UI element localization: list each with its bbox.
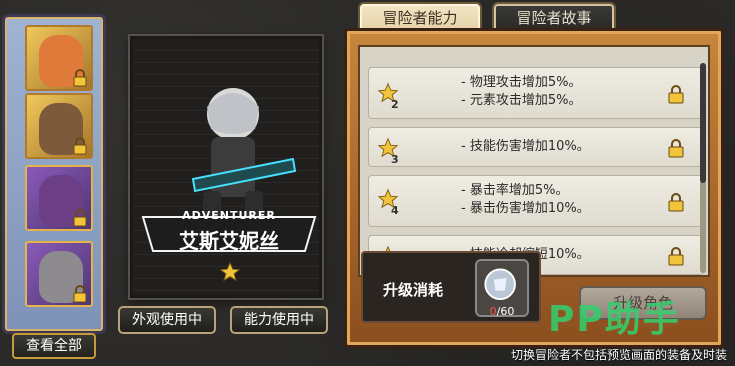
portrait-item-4[interactable] bbox=[25, 241, 93, 307]
lock-icon bbox=[73, 69, 87, 87]
class-label: ADVENTURER bbox=[182, 209, 276, 222]
ability-row: 2 - 物理攻击增加5%。 - 元素攻击增加5%。 bbox=[368, 67, 704, 119]
ability-line: - 技能伤害增加10%。 bbox=[461, 139, 590, 154]
star-level: 2 bbox=[391, 98, 399, 111]
scrollbar-thumb[interactable] bbox=[700, 63, 706, 183]
required-count: /60 bbox=[496, 305, 515, 318]
character-card: ADVENTURER 艾斯艾妮丝 bbox=[130, 36, 322, 298]
lock-icon bbox=[73, 209, 87, 227]
ability-in-use-button[interactable]: 能力使用中 bbox=[230, 306, 328, 334]
ability-line: - 暴击率增加5%。 bbox=[461, 183, 569, 198]
ability-line: - 物理攻击增加5%。 bbox=[461, 75, 582, 90]
star-level: 3 bbox=[391, 153, 399, 166]
portrait-item-3[interactable] bbox=[25, 165, 93, 231]
lock-icon bbox=[668, 193, 684, 212]
ability-list[interactable]: 2 - 物理攻击增加5%。 - 元素攻击增加5%。 3 - 技能伤害增加10%。 bbox=[358, 45, 710, 277]
lock-icon bbox=[668, 139, 684, 158]
upgrade-cost-label: 升级消耗 bbox=[383, 281, 444, 299]
skin-in-use-button[interactable]: 外观使用中 bbox=[118, 306, 216, 334]
ability-text: - 技能伤害增加10%。 bbox=[461, 138, 590, 156]
lock-icon bbox=[73, 285, 87, 303]
lock-icon bbox=[668, 85, 684, 104]
view-all-button[interactable]: 查看全部 bbox=[12, 333, 96, 359]
ability-line: - 元素攻击增加5%。 bbox=[461, 93, 582, 108]
star-level: 4 bbox=[391, 204, 399, 217]
ability-text: - 物理攻击增加5%。 - 元素攻击增加5%。 bbox=[461, 74, 581, 110]
ability-line: - 暴击伤害增加10%。 bbox=[461, 201, 590, 216]
footer-note: 切换冒险者不包括预览画面的装备及时装 bbox=[510, 348, 727, 362]
portrait-item-2[interactable] bbox=[25, 93, 93, 159]
portrait-item-1[interactable] bbox=[25, 25, 93, 91]
ability-row: 4 - 暴击率增加5%。 - 暴击伤害增加10%。 bbox=[368, 175, 704, 227]
adventurer-list[interactable] bbox=[2, 14, 106, 334]
watermark-logo: PP助手 bbox=[548, 299, 681, 340]
lock-icon bbox=[668, 247, 684, 266]
upgrade-cost-box: 升级消耗 0/60 bbox=[361, 251, 541, 323]
character-name: 艾斯艾妮丝 bbox=[179, 229, 279, 253]
owned-count: 0 bbox=[489, 305, 497, 318]
upgrade-count: 0/60 bbox=[479, 305, 525, 318]
ability-text: - 暴击率增加5%。 - 暴击伤害增加10%。 bbox=[461, 182, 590, 218]
lock-icon bbox=[73, 137, 87, 155]
ability-row: 3 - 技能伤害增加10%。 bbox=[368, 127, 704, 167]
star-icon bbox=[219, 261, 241, 282]
scrollbar[interactable] bbox=[700, 63, 706, 273]
